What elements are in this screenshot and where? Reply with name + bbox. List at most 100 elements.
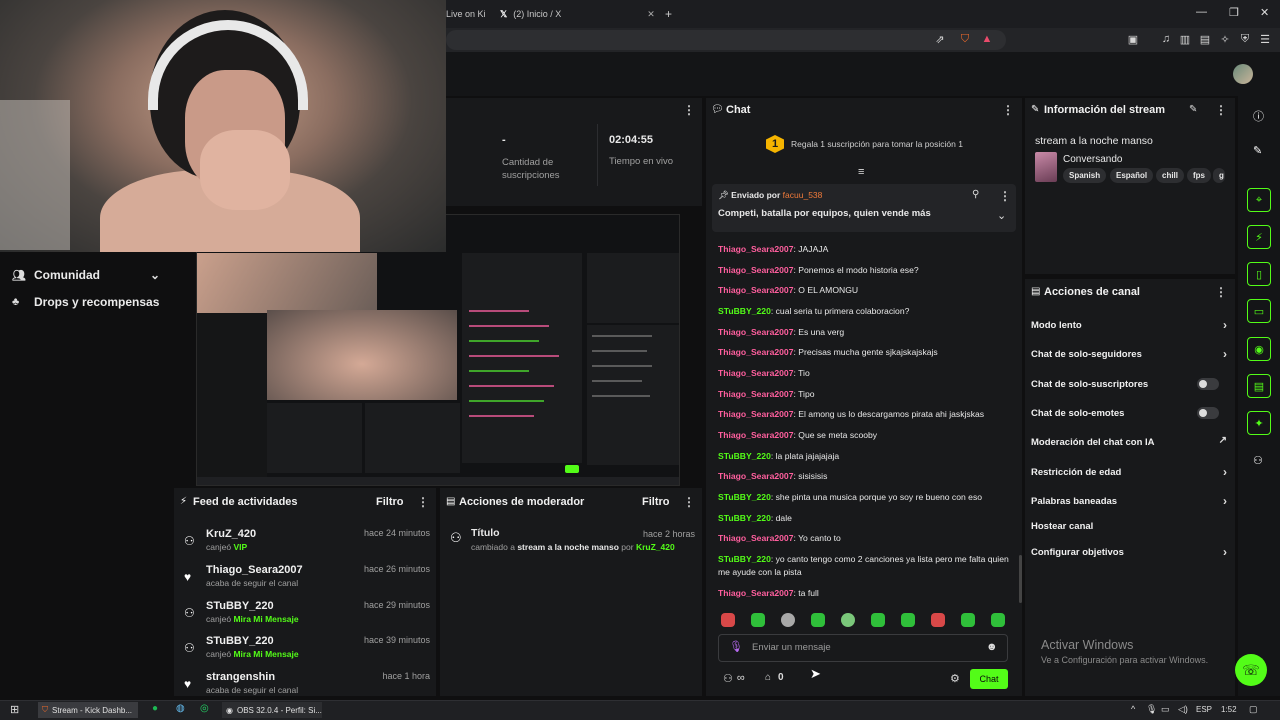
- toggle-switch[interactable]: [1197, 378, 1219, 390]
- modact-menu-icon[interactable]: ⋮: [683, 495, 695, 509]
- close-tab-icon[interactable]: ✕: [647, 9, 655, 20]
- channel-actions-menu-icon[interactable]: ⋮: [1215, 285, 1227, 299]
- category-thumbnail[interactable]: [1035, 152, 1057, 182]
- add-widget-icon[interactable]: ⚇: [1253, 454, 1263, 467]
- edit-icon[interactable]: ✎: [1189, 104, 1197, 115]
- feed-user[interactable]: strangenshin: [206, 671, 275, 683]
- chat-username[interactable]: STuBBY_220: [718, 306, 771, 316]
- chat-username[interactable]: Thiago_Seara2007: [718, 389, 793, 399]
- emote-icon[interactable]: [961, 613, 975, 627]
- start-icon[interactable]: ⊞: [10, 703, 19, 716]
- share-icon[interactable]: ⇗: [932, 33, 948, 46]
- tag[interactable]: g: [1213, 168, 1225, 183]
- avatar[interactable]: [1233, 64, 1253, 84]
- chat-username[interactable]: Thiago_Seara2007: [718, 285, 793, 295]
- emote-icon[interactable]: [781, 613, 795, 627]
- rewards-icon[interactable]: ▲: [979, 33, 995, 45]
- chat-username[interactable]: Thiago_Seara2007: [718, 588, 793, 598]
- chat-username[interactable]: Thiago_Seara2007: [718, 533, 793, 543]
- channel-action-moderacion-ia[interactable]: Moderación del chat con IA ↗: [1031, 435, 1227, 448]
- chat-username[interactable]: Thiago_Seara2007: [718, 244, 793, 254]
- chat-username[interactable]: STuBBY_220: [718, 492, 771, 502]
- feed-user[interactable]: STuBBY_220: [206, 600, 274, 612]
- wrench-icon[interactable]: ✦: [1247, 411, 1271, 435]
- tag[interactable]: chill: [1156, 168, 1185, 183]
- stats-menu-icon[interactable]: ⋮: [683, 103, 695, 117]
- emote-icon[interactable]: [751, 613, 765, 627]
- chat-username[interactable]: STuBBY_220: [718, 513, 771, 523]
- emote-icon[interactable]: [991, 613, 1005, 627]
- taskbar-app-brave[interactable]: ⛉ Stream - Kick Dashb...: [38, 702, 138, 718]
- menu-icon[interactable]: ☰: [1257, 33, 1273, 46]
- mic-tray-icon[interactable]: 🎙︎: [1146, 704, 1157, 715]
- maximize-button[interactable]: ❐: [1229, 6, 1239, 19]
- music-icon[interactable]: ♫: [1158, 33, 1174, 45]
- points-count[interactable]: ⌂ 0: [765, 672, 784, 683]
- tag[interactable]: fps: [1187, 168, 1211, 183]
- emoji-icon[interactable]: ☻: [986, 641, 998, 653]
- feed-user[interactable]: KruZ_420: [206, 528, 256, 540]
- whatsapp-icon[interactable]: ◎: [200, 703, 209, 714]
- sidebar-icon[interactable]: ▥: [1177, 33, 1193, 46]
- emote-icon[interactable]: [841, 613, 855, 627]
- pinned-menu-icon[interactable]: ⋮: [999, 189, 1011, 203]
- chat-username[interactable]: Thiago_Seara2007: [718, 327, 793, 337]
- emote-icon[interactable]: [901, 613, 915, 627]
- nav-item-comunidad[interactable]: 👥︎ Comunidad ⌄: [12, 268, 160, 282]
- tray-chevron-icon[interactable]: ^: [1131, 704, 1135, 714]
- microphone-icon[interactable]: 🎙︎: [729, 640, 743, 653]
- stream-preview[interactable]: [196, 214, 680, 486]
- emote-icon[interactable]: [811, 613, 825, 627]
- chat-scrollbar[interactable]: [1019, 555, 1022, 603]
- feed-user[interactable]: Thiago_Seara2007: [206, 564, 303, 576]
- steam-icon[interactable]: ◍: [176, 703, 185, 714]
- channel-action-solo-seguidores[interactable]: Chat de solo-seguidores ›: [1031, 347, 1227, 361]
- emote-icon[interactable]: [931, 613, 945, 627]
- gear-icon[interactable]: ⚙: [950, 672, 960, 685]
- channel-action-modo-lento[interactable]: Modo lento ›: [1031, 318, 1227, 332]
- chat-username[interactable]: Thiago_Seara2007: [718, 471, 793, 481]
- vpn-icon[interactable]: ⛨: [1237, 33, 1253, 46]
- language-indicator[interactable]: ESP: [1196, 705, 1212, 714]
- network-icon[interactable]: ▭: [1161, 704, 1170, 715]
- taskbar-app-obs[interactable]: ◉ OBS 32.0.4 - Perfil: Si...: [222, 702, 322, 718]
- spotify-icon[interactable]: ●: [152, 703, 158, 714]
- modact-filter-button[interactable]: Filtro: [642, 496, 670, 508]
- clock[interactable]: 1:52: [1221, 705, 1237, 714]
- close-window-button[interactable]: ✕: [1260, 6, 1269, 19]
- notifications-icon[interactable]: ▢: [1249, 704, 1258, 715]
- emote-icon[interactable]: [871, 613, 885, 627]
- unpin-icon[interactable]: ⚲: [972, 189, 979, 200]
- channel-action-objetivos[interactable]: Configurar objetivos ›: [1031, 545, 1227, 559]
- edit-icon[interactable]: ✎: [1253, 144, 1262, 157]
- brave-shield-icon[interactable]: ⛉: [957, 33, 973, 46]
- volume-icon[interactable]: ◁): [1178, 704, 1188, 715]
- chat-icon[interactable]: ▭: [1247, 299, 1271, 323]
- send-chat-button[interactable]: Chat: [970, 669, 1008, 689]
- tab-kick[interactable]: Live on Ki: [446, 4, 486, 24]
- bolt-icon[interactable]: ⚡︎: [1247, 225, 1271, 249]
- chat-username[interactable]: Thiago_Seara2007: [718, 265, 793, 275]
- new-tab-button[interactable]: +: [665, 7, 672, 21]
- stream-category[interactable]: Conversando: [1063, 154, 1122, 165]
- address-field[interactable]: [446, 30, 1006, 50]
- chat-menu-icon[interactable]: ⋮: [1002, 103, 1014, 117]
- channel-action-solo-suscriptores[interactable]: Chat de solo-suscriptores: [1031, 378, 1227, 390]
- minimize-button[interactable]: —: [1196, 6, 1207, 18]
- chat-input-placeholder[interactable]: Enviar un mensaje: [752, 642, 831, 653]
- expand-leaderboard-icon[interactable]: ≡: [858, 166, 864, 178]
- feed-menu-icon[interactable]: ⋮: [417, 495, 429, 509]
- tabs-icon[interactable]: ▣: [1125, 33, 1141, 46]
- support-headset-icon[interactable]: ☏: [1235, 654, 1267, 686]
- channel-action-hostear[interactable]: Hostear canal: [1031, 521, 1227, 532]
- wallet-icon[interactable]: ▤: [1197, 33, 1213, 46]
- gift-sub-text[interactable]: Regala 1 suscripción para tomar la posic…: [791, 139, 963, 149]
- nav-item-drops[interactable]: ♣︎ Drops y recompensas: [12, 295, 159, 309]
- chat-username[interactable]: Thiago_Seara2007: [718, 430, 793, 440]
- tag[interactable]: Español: [1110, 168, 1154, 183]
- emote-icon[interactable]: [721, 613, 735, 627]
- channel-action-palabras-baneadas[interactable]: Palabras baneadas ›: [1031, 494, 1227, 508]
- chat-username[interactable]: STuBBY_220: [718, 451, 771, 461]
- broadcast-icon[interactable]: ◉: [1247, 337, 1271, 361]
- feed-user[interactable]: STuBBY_220: [206, 635, 274, 647]
